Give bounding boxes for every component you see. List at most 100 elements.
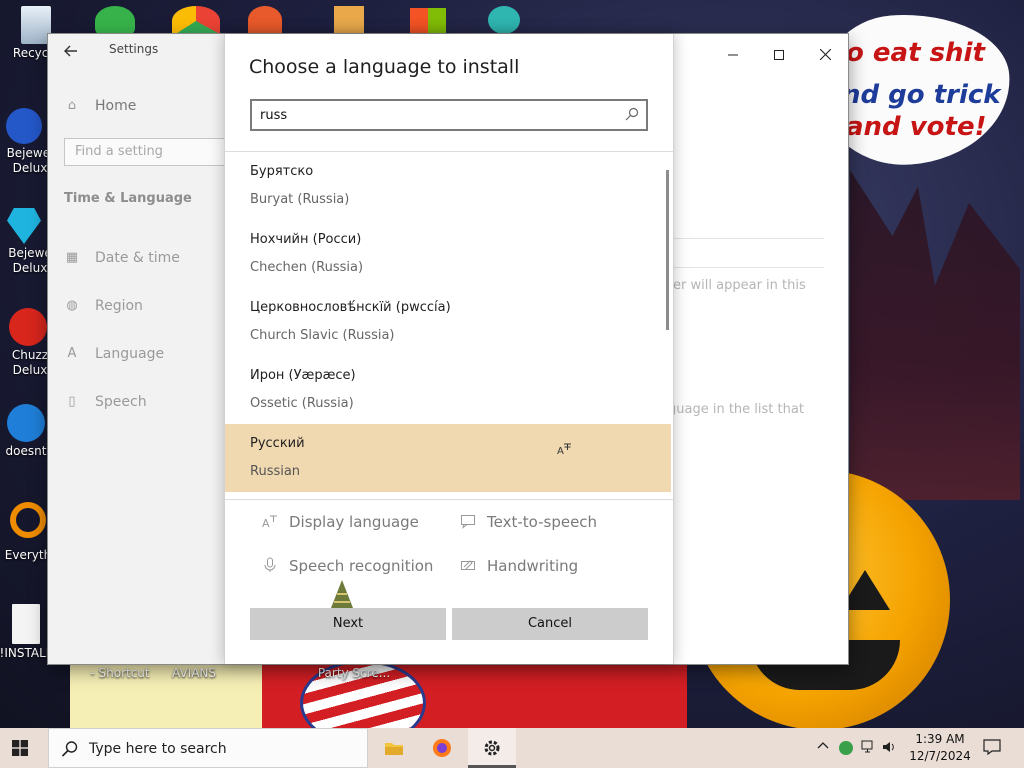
desktop-bottom-label-party[interactable]: Party Scre... <box>314 666 394 681</box>
maximize-button[interactable] <box>756 40 802 70</box>
desktop-bottom-label-avians[interactable]: AVIANS <box>160 666 228 681</box>
language-native-name: Бурятско <box>250 164 314 179</box>
taskbar-settings[interactable] <box>468 728 516 768</box>
language-native-name: Нохчийн (Росси) <box>250 232 362 247</box>
nav-speech[interactable]: ▯ Speech <box>64 390 147 414</box>
taskbar-search-placeholder: Type here to search <box>89 741 227 757</box>
svg-text:A: A <box>262 517 270 529</box>
handwriting-icon <box>459 557 477 575</box>
language-english-name: Ossetic (Russia) <box>250 396 354 411</box>
list-divider-bottom <box>225 499 673 500</box>
desktop-icon-app3[interactable] <box>248 6 282 34</box>
desktop-icon-app4[interactable] <box>334 6 364 34</box>
taskbar-firefox[interactable] <box>418 728 466 768</box>
search-icon <box>61 741 78 757</box>
language-item-church-slavic[interactable]: Церковнословѣ́нскїй (рwссі́а) Church Sla… <box>225 288 671 356</box>
back-button[interactable] <box>58 38 84 64</box>
list-scrollbar[interactable] <box>666 170 669 330</box>
bubble-line-2: nd go trick <box>842 80 1001 110</box>
bubble-line-3: and vote! <box>846 112 987 142</box>
language-native-name: Церковнословѣ́нскїй (рwссі́а) <box>250 300 451 315</box>
tray-app-icon[interactable] <box>838 740 854 756</box>
everything-icon <box>10 502 46 538</box>
start-button[interactable] <box>12 740 28 756</box>
language-list: Бурятско Buryat (Russia) Нохчийн (Росси)… <box>225 152 673 494</box>
globe-icon: ◍ <box>66 298 78 313</box>
nav-speech-label: Speech <box>95 394 147 410</box>
language-item-chechen[interactable]: Нохчийн (Росси) Chechen (Russia) <box>225 220 671 288</box>
cancel-button[interactable]: Cancel <box>452 608 648 640</box>
nav-language-label: Language <box>95 346 165 362</box>
desktop-icon-chrome[interactable] <box>172 6 220 36</box>
dialog-title: Choose a language to install <box>249 56 520 78</box>
wallpaper-tree <box>850 170 1020 500</box>
faded-text-1: rer will appear in this <box>668 278 806 293</box>
desktop-bottom-label-shortcut[interactable]: - Shortcut <box>86 666 154 681</box>
taskbar-file-explorer[interactable] <box>370 728 418 768</box>
clock-date: 12/7/2024 <box>909 749 971 763</box>
svg-text:A: A <box>557 446 564 457</box>
desktop-icon-label: Party Scre... <box>317 666 391 680</box>
desktop-icon-people[interactable] <box>95 6 135 36</box>
diamond-icon <box>7 208 41 244</box>
nav-language[interactable]: A Language <box>64 342 165 366</box>
volume-icon[interactable] <box>882 740 898 756</box>
language-search-box[interactable] <box>250 99 648 131</box>
nav-date-time[interactable]: ▦ Date & time <box>64 246 180 270</box>
clock-time: 1:39 AM <box>915 732 965 746</box>
language-english-name: Buryat (Russia) <box>250 192 350 207</box>
language-icon: A <box>67 346 77 361</box>
feature-text-to-speech: Text-to-speech <box>459 513 597 531</box>
language-item-ossetic[interactable]: Ирон (Уæрæсе) Ossetic (Russia) <box>225 356 671 424</box>
language-item-buryat[interactable]: Бурятско Buryat (Russia) <box>225 152 671 220</box>
bejeweled-icon <box>6 108 42 144</box>
language-search-input[interactable] <box>260 105 610 125</box>
back-arrow-icon <box>64 45 77 57</box>
text-file-icon <box>12 604 40 644</box>
speech-recognition-icon <box>261 557 279 575</box>
language-item-russian[interactable]: Русский Russian A <box>225 424 671 492</box>
nav-home[interactable]: ⌂ Home <box>64 94 136 118</box>
faded-dropdown <box>668 238 824 268</box>
chuzzle-icon <box>9 308 47 346</box>
language-native-name: Русский <box>250 436 305 451</box>
nav-region[interactable]: ◍ Region <box>64 294 143 318</box>
feature-label: Speech recognition <box>289 557 434 575</box>
text-to-speech-icon <box>459 513 477 531</box>
feature-label: Display language <box>289 513 419 531</box>
minimize-icon <box>728 54 738 56</box>
taskbar-clock[interactable]: 1:39 AM 12/7/2024 <box>905 731 975 765</box>
window-title: Settings <box>109 42 159 56</box>
network-icon[interactable] <box>861 740 877 756</box>
section-title: Time & Language <box>64 191 192 206</box>
desktop-icon-label: AVIANS <box>172 666 216 680</box>
bubble-line-1: o eat shit <box>846 38 985 68</box>
nav-region-label: Region <box>95 298 143 314</box>
taskbar-search-box[interactable]: Type here to search <box>48 728 368 768</box>
tray-chevron-up-icon[interactable] <box>815 740 831 756</box>
faded-text-2: guage in the list that <box>668 402 804 417</box>
feature-label: Handwriting <box>487 557 579 575</box>
nav-home-label: Home <box>95 98 137 114</box>
settings-sidebar: Settings ⌂ Home Find a setting Time & La… <box>48 34 234 664</box>
choose-language-dialog: Choose a language to install Бурятско Bu… <box>224 34 674 664</box>
search-icon <box>625 107 639 121</box>
minimize-button[interactable] <box>710 40 756 70</box>
party-hat-cursor-icon <box>331 580 353 608</box>
feature-label: Text-to-speech <box>487 513 598 531</box>
desktop-icon-avatar[interactable] <box>488 6 520 34</box>
find-setting-input[interactable]: Find a setting <box>64 138 234 166</box>
display-language-icon: A <box>261 513 279 531</box>
desktop-icon-store[interactable] <box>410 8 446 34</box>
nav-date-time-label: Date & time <box>95 250 180 266</box>
notifications-icon[interactable] <box>983 739 1001 755</box>
home-icon: ⌂ <box>67 98 77 113</box>
language-english-name: Church Slavic (Russia) <box>250 328 395 343</box>
taskbar: Type here to search 1:39 AM 12/7/2024 <box>0 728 1024 768</box>
microphone-icon: ▯ <box>68 394 76 409</box>
close-button[interactable] <box>802 40 848 70</box>
next-button[interactable]: Next <box>250 608 446 640</box>
language-native-name: Ирон (Уæрæсе) <box>250 368 356 383</box>
language-english-name: Russian <box>250 464 301 479</box>
gear-icon <box>484 740 500 756</box>
